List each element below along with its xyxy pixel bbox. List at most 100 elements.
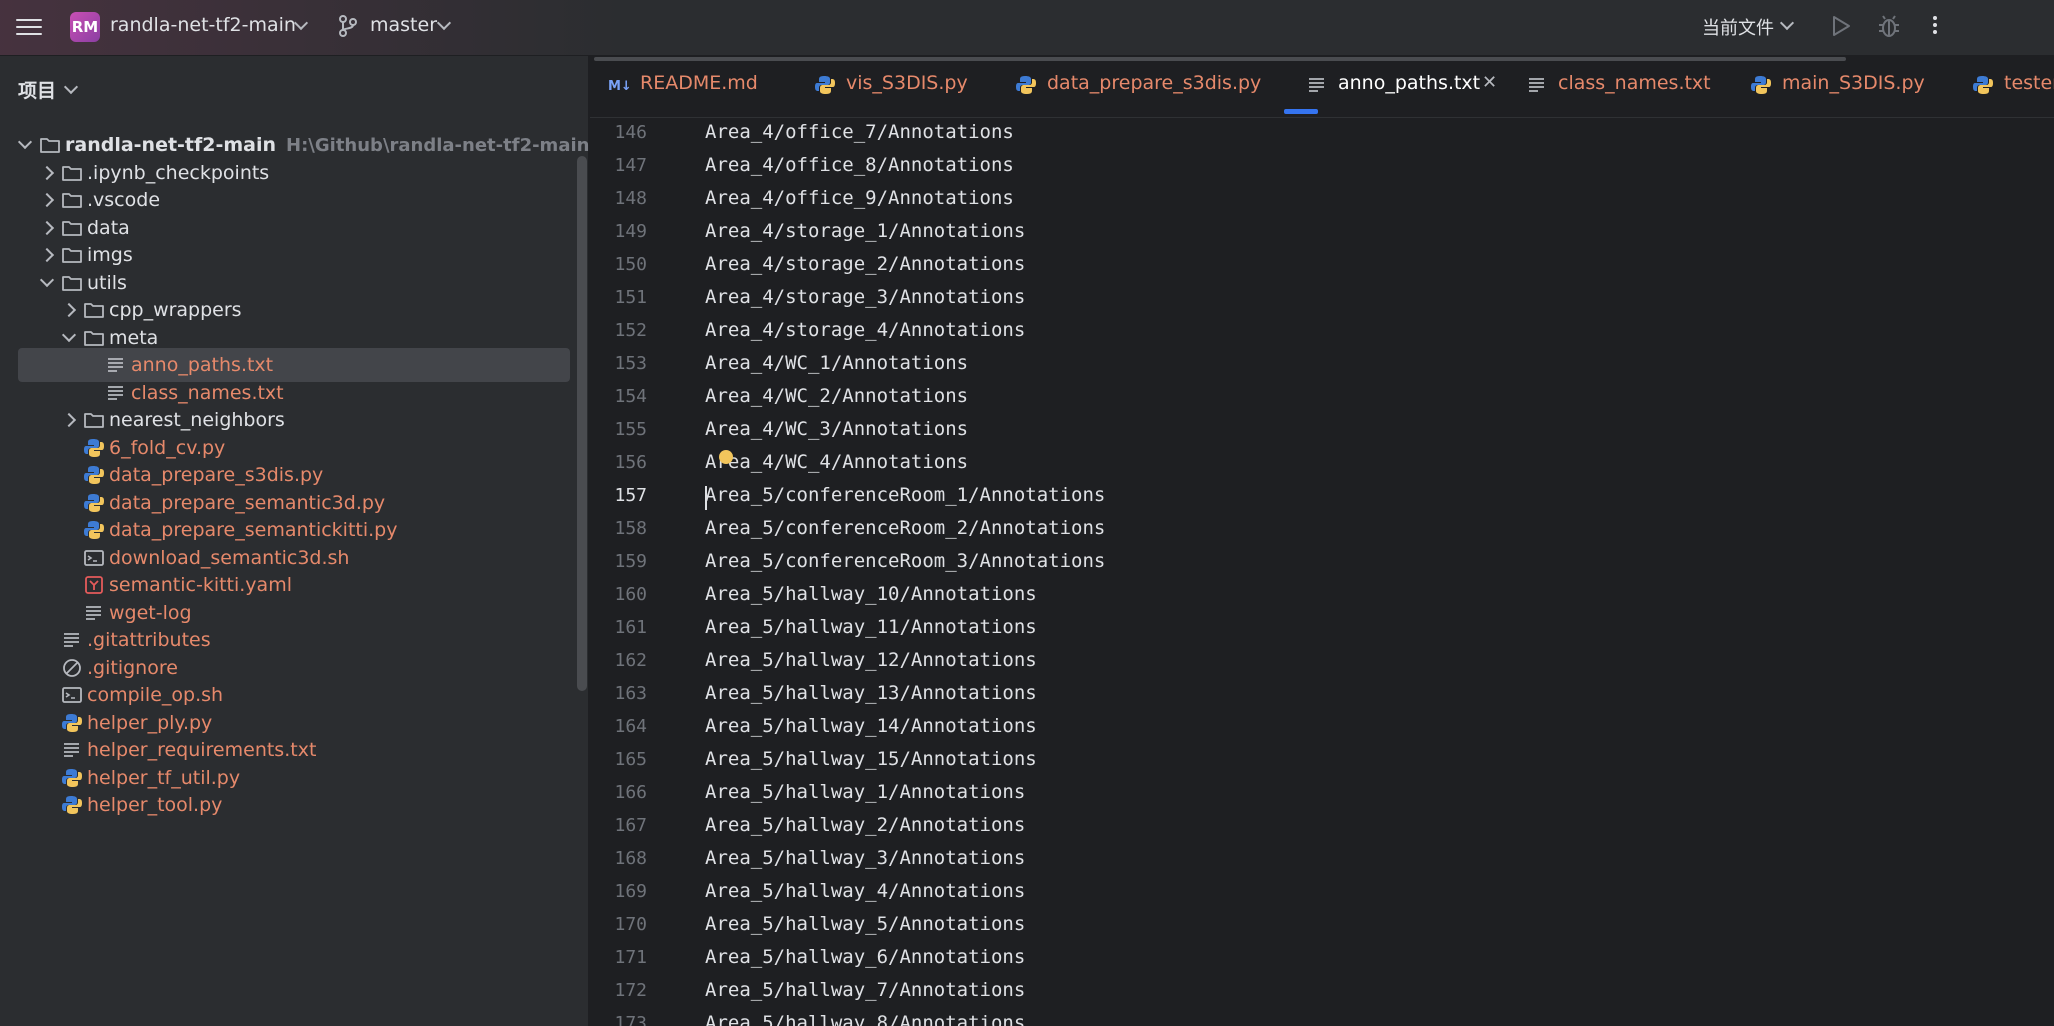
line-number[interactable]: 169 xyxy=(590,875,647,908)
code-line[interactable]: 163 Area_5/hallway_13/Annotations xyxy=(590,677,2054,710)
code-line[interactable]: 166 Area_5/hallway_1/Annotations xyxy=(590,776,2054,809)
line-text[interactable]: Area_5/hallway_14/Annotations xyxy=(705,710,1037,743)
code-line[interactable]: 156 Area_4/WC_4/Annotations xyxy=(590,446,2054,479)
chevron-down-icon[interactable] xyxy=(63,79,79,95)
line-number[interactable]: 162 xyxy=(590,644,647,677)
branch-icon[interactable] xyxy=(338,14,358,38)
line-number[interactable]: 151 xyxy=(590,281,647,314)
chevron-right-icon[interactable] xyxy=(39,192,55,208)
line-text[interactable]: Area_5/conferenceRoom_2/Annotations xyxy=(705,512,1105,545)
code-line[interactable]: 149 Area_4/storage_1/Annotations xyxy=(590,215,2054,248)
code-line[interactable]: 173 Area_5/hallway_8/Annotations xyxy=(590,1007,2054,1026)
line-text[interactable]: Area_5/hallway_1/Annotations xyxy=(705,776,1025,809)
line-number[interactable]: 161 xyxy=(590,611,647,644)
line-text[interactable]: Area_5/hallway_10/Annotations xyxy=(705,578,1037,611)
project-panel-title[interactable]: 项目 xyxy=(18,76,56,103)
line-text[interactable]: Area_5/hallway_7/Annotations xyxy=(705,974,1025,1007)
line-number[interactable]: 150 xyxy=(590,248,647,281)
branch-name[interactable]: master xyxy=(370,14,437,36)
line-number[interactable]: 155 xyxy=(590,413,647,446)
line-text[interactable]: Area_4/WC_4/Annotations xyxy=(705,446,968,479)
code-line[interactable]: 168 Area_5/hallway_3/Annotations xyxy=(590,842,2054,875)
code-line[interactable]: 171 Area_5/hallway_6/Annotations xyxy=(590,941,2054,974)
chevron-right-icon[interactable] xyxy=(39,165,55,180)
line-text[interactable]: Area_4/storage_3/Annotations xyxy=(705,281,1025,314)
debug-icon[interactable] xyxy=(1876,13,1902,39)
line-text[interactable]: Area_5/hallway_12/Annotations xyxy=(705,644,1037,677)
line-text[interactable]: Area_4/WC_1/Annotations xyxy=(705,347,968,380)
line-number[interactable]: 160 xyxy=(590,578,647,611)
line-number[interactable]: 172 xyxy=(590,974,647,1007)
line-number[interactable]: 164 xyxy=(590,710,647,743)
code-line[interactable]: 146 Area_4/office_7/Annotations xyxy=(590,118,2054,149)
line-text[interactable]: Area_5/hallway_6/Annotations xyxy=(705,941,1025,974)
line-text[interactable]: Area_5/hallway_13/Annotations xyxy=(705,677,1037,710)
line-text[interactable]: Area_5/hallway_3/Annotations xyxy=(705,842,1025,875)
line-text[interactable]: Area_5/conferenceRoom_1/Annotations xyxy=(705,479,1105,512)
line-text[interactable]: Area_4/storage_2/Annotations xyxy=(705,248,1025,281)
line-number[interactable]: 154 xyxy=(590,380,647,413)
line-number[interactable]: 171 xyxy=(590,941,647,974)
tabs-scrollbar[interactable] xyxy=(594,57,1846,61)
chevron-right-icon[interactable] xyxy=(61,302,77,318)
line-text[interactable]: Area_5/hallway_2/Annotations xyxy=(705,809,1025,842)
code-line[interactable]: 161 Area_5/hallway_11/Annotations xyxy=(590,611,2054,644)
line-text[interactable]: Area_5/conferenceRoom_3/Annotations xyxy=(705,545,1105,578)
line-number[interactable]: 165 xyxy=(590,743,647,776)
code-line[interactable]: 155 Area_4/WC_3/Annotations xyxy=(590,413,2054,446)
code-line[interactable]: 159 Area_5/conferenceRoom_3/Annotations xyxy=(590,545,2054,578)
line-number[interactable]: 149 xyxy=(590,215,647,248)
tree-item[interactable]: helper_tool.py xyxy=(0,788,570,822)
line-text[interactable]: Area_4/WC_2/Annotations xyxy=(705,380,968,413)
intention-bulb-icon[interactable] xyxy=(719,450,733,464)
line-number[interactable]: 157 xyxy=(590,479,647,512)
line-text[interactable]: Area_5/hallway_11/Annotations xyxy=(705,611,1037,644)
close-tab-icon[interactable]: ✕ xyxy=(1482,72,1497,93)
project-name[interactable]: randla-net-tf2-main xyxy=(110,14,296,36)
code-line[interactable]: 151 Area_4/storage_3/Annotations xyxy=(590,281,2054,314)
code-line[interactable]: 153 Area_4/WC_1/Annotations xyxy=(590,347,2054,380)
code-line[interactable]: 172 Area_5/hallway_7/Annotations xyxy=(590,974,2054,1007)
line-text[interactable]: Area_5/hallway_8/Annotations xyxy=(705,1007,1025,1026)
code-line[interactable]: 170 Area_5/hallway_5/Annotations xyxy=(590,908,2054,941)
more-icon[interactable] xyxy=(1930,13,1940,41)
code-line[interactable]: 162 Area_5/hallway_12/Annotations xyxy=(590,644,2054,677)
line-number[interactable]: 146 xyxy=(590,118,647,149)
line-number[interactable]: 159 xyxy=(590,545,647,578)
line-number[interactable]: 148 xyxy=(590,182,647,215)
code-line[interactable]: 150 Area_4/storage_2/Annotations xyxy=(590,248,2054,281)
line-text[interactable]: Area_4/WC_3/Annotations xyxy=(705,413,968,446)
line-text[interactable]: Area_5/hallway_4/Annotations xyxy=(705,875,1025,908)
code-line[interactable]: 165 Area_5/hallway_15/Annotations xyxy=(590,743,2054,776)
code-line[interactable]: 164 Area_5/hallway_14/Annotations xyxy=(590,710,2054,743)
menu-icon[interactable] xyxy=(16,14,42,40)
line-text[interactable]: Area_5/hallway_15/Annotations xyxy=(705,743,1037,776)
line-number[interactable]: 158 xyxy=(590,512,647,545)
chevron-right-icon[interactable] xyxy=(61,412,77,428)
code-line[interactable]: 157 Area_5/conferenceRoom_1/Annotations xyxy=(590,479,2054,512)
line-number[interactable]: 147 xyxy=(590,149,647,182)
line-number[interactable]: 152 xyxy=(590,314,647,347)
line-number[interactable]: 166 xyxy=(590,776,647,809)
line-text[interactable]: Area_4/office_8/Annotations xyxy=(705,149,1014,182)
code-line[interactable]: 158 Area_5/conferenceRoom_2/Annotations xyxy=(590,512,2054,545)
line-number[interactable]: 168 xyxy=(590,842,647,875)
line-text[interactable]: Area_4/office_7/Annotations xyxy=(705,118,1014,149)
line-number[interactable]: 167 xyxy=(590,809,647,842)
run-config-selector[interactable]: 当前文件 xyxy=(1702,14,1774,40)
code-line[interactable]: 148 Area_4/office_9/Annotations xyxy=(590,182,2054,215)
code-editor[interactable]: 146 Area_4/office_7/Annotations 147 Area_4/… xyxy=(590,118,2054,1026)
code-line[interactable]: 147 Area_4/office_8/Annotations xyxy=(590,149,2054,182)
line-text[interactable]: Area_4/storage_4/Annotations xyxy=(705,314,1025,347)
line-number[interactable]: 156 xyxy=(590,446,647,479)
line-number[interactable]: 153 xyxy=(590,347,647,380)
chevron-right-icon[interactable] xyxy=(39,220,55,235)
chevron-down-icon[interactable] xyxy=(1779,15,1795,31)
code-line[interactable]: 160 Area_5/hallway_10/Annotations xyxy=(590,578,2054,611)
code-line[interactable]: 152 Area_4/storage_4/Annotations xyxy=(590,314,2054,347)
chevron-down-icon[interactable] xyxy=(61,327,77,342)
chevron-right-icon[interactable] xyxy=(39,247,55,263)
line-number[interactable]: 173 xyxy=(590,1007,647,1026)
code-line[interactable]: 154 Area_4/WC_2/Annotations xyxy=(590,380,2054,413)
chevron-down-icon[interactable] xyxy=(39,272,55,287)
